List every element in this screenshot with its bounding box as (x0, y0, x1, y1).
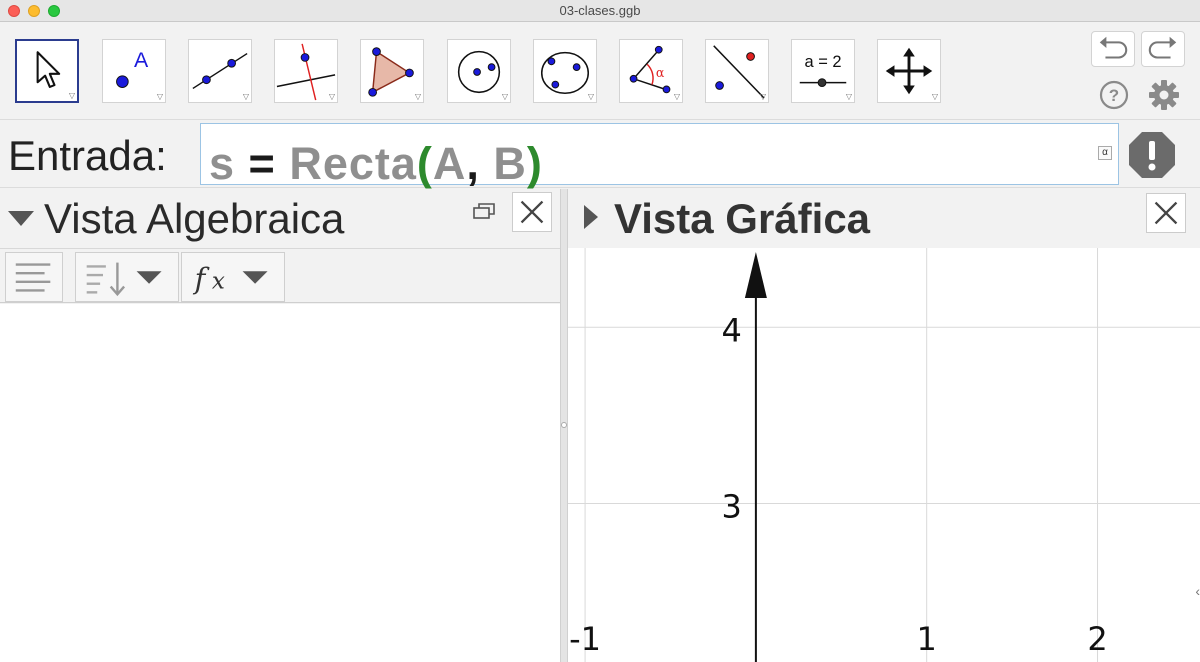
reflect-tool[interactable]: ▽ (705, 39, 769, 103)
graphics-canvas[interactable]: 4 3 -1 1 2 ‹ (568, 248, 1200, 662)
input-function: Recta (289, 138, 417, 189)
undock-icon[interactable] (472, 201, 496, 221)
close-icon (1154, 201, 1178, 225)
input-bar: Entrada: s = Recta(A, B) α (0, 119, 1200, 189)
sort-icon (86, 262, 162, 297)
algebra-view-close-button[interactable] (512, 192, 552, 232)
window-title: 03-clases.ggb (559, 3, 641, 18)
angle-tool[interactable]: α ▽ (619, 39, 683, 103)
redo-icon (1148, 36, 1177, 59)
symbol-keyboard-button[interactable]: α (1098, 146, 1112, 160)
geogebra-window: 03-clases.ggb ▽ A ▽ ▽ ▽ ▽ ▽ ▽ α ▽ ▽ a = … (0, 0, 1200, 662)
graphics-view-close-button[interactable] (1146, 193, 1186, 233)
tool-menu-arrow-icon: ▽ (68, 91, 75, 100)
lines-icon (15, 263, 51, 292)
algebra-view-toolbar: f x (0, 248, 560, 303)
circle-three-points-icon (540, 51, 590, 95)
circle-center-point-tool[interactable]: ▽ (447, 39, 511, 103)
tool-menu-arrow-icon: ▽ (328, 92, 335, 101)
reflect-about-line-icon (713, 45, 765, 99)
y-axis-arrow-icon (744, 252, 767, 298)
input-close-paren: ) (526, 138, 543, 189)
fx-icon: f x (193, 262, 268, 296)
point-tool[interactable]: A ▽ (102, 39, 166, 103)
x-tick-label: 2 (1087, 620, 1107, 658)
undo-button[interactable] (1091, 31, 1135, 67)
algebra-sort-button[interactable] (75, 252, 179, 302)
point-a-icon: A (116, 48, 149, 88)
svg-text:?: ? (1109, 86, 1119, 105)
title-bar: 03-clases.ggb (0, 0, 1200, 22)
perpendicular-line-icon (276, 43, 336, 101)
input-eq: = (235, 138, 290, 189)
tool-menu-arrow-icon: ▽ (242, 92, 249, 101)
graphics-view-title: Vista Gráfica (614, 195, 871, 242)
redo-button[interactable] (1141, 31, 1185, 67)
move-tool[interactable]: ▽ (15, 39, 79, 103)
slider-tool-label: a = 2 (804, 53, 841, 71)
collapse-triangle-icon[interactable] (8, 211, 34, 226)
x-tick-label: -1 (569, 620, 601, 658)
svg-text:x: x (212, 269, 225, 295)
input-label: Entrada: (8, 132, 167, 179)
polygon-tool[interactable]: ▽ (360, 39, 424, 103)
perpendicular-line-tool[interactable]: ▽ (274, 39, 338, 103)
tool-menu-arrow-icon: ▽ (673, 92, 680, 101)
tool-menu-arrow-icon: ▽ (759, 92, 766, 101)
side-panel-chevron-icon[interactable]: ‹ (1195, 583, 1200, 599)
tool-menu-arrow-icon: ▽ (414, 92, 421, 101)
slider-icon: a = 2 (799, 53, 847, 87)
tool-menu-arrow-icon: ▽ (587, 92, 594, 101)
circle-three-points-tool[interactable]: ▽ (533, 39, 597, 103)
polygon-icon (368, 47, 414, 97)
algebra-view-header: Vista Algebraica (0, 189, 560, 247)
undo-icon (1099, 36, 1128, 59)
y-tick-label: 3 (722, 487, 742, 525)
point-tool-label: A (134, 48, 149, 72)
x-tick-label: 1 (917, 620, 937, 658)
algebra-description-button[interactable] (5, 252, 63, 302)
move-cross-icon (885, 47, 933, 95)
tool-menu-arrow-icon: ▽ (501, 92, 508, 101)
graphics-view-header: Vista Gráfica (568, 189, 1200, 247)
input-arg1: A (432, 138, 467, 189)
line-tool[interactable]: ▽ (188, 39, 252, 103)
input-arg2: B (493, 138, 527, 189)
gear-icon[interactable] (1148, 79, 1180, 111)
input-var: s (209, 138, 236, 189)
angle-icon: α (629, 45, 671, 94)
tool-menu-arrow-icon: ▽ (156, 92, 163, 101)
line-through-points-icon (192, 52, 248, 90)
y-tick-label: 4 (722, 311, 742, 349)
input-comma: , (466, 138, 494, 189)
algebra-fx-button[interactable]: f x (181, 252, 285, 302)
coordinate-plane[interactable]: 4 3 -1 1 2 (568, 248, 1200, 662)
move-graphics-view-tool[interactable]: ▽ (877, 39, 941, 103)
splitter-handle[interactable] (561, 422, 567, 428)
algebra-view-body[interactable] (0, 304, 560, 662)
main-toolbar: ▽ A ▽ ▽ ▽ ▽ ▽ ▽ α ▽ ▽ a = 2 ▽ ▽ ? (0, 23, 1200, 119)
angle-symbol: α (656, 65, 665, 80)
help-icon[interactable]: ? (1098, 79, 1130, 111)
tool-menu-arrow-icon: ▽ (931, 92, 938, 101)
expand-triangle-icon[interactable] (584, 205, 598, 229)
tool-menu-arrow-icon: ▽ (845, 92, 852, 101)
svg-text:f: f (193, 262, 210, 296)
algebra-view-title: Vista Algebraica (44, 195, 345, 242)
input-field[interactable]: s = Recta(A, B) α (200, 123, 1119, 189)
slider-tool[interactable]: a = 2 ▽ (791, 39, 855, 103)
input-value: s = Recta(A, B) (209, 138, 543, 190)
input-open-paren: ( (416, 138, 433, 189)
close-icon (520, 200, 544, 224)
circle-center-icon (457, 50, 501, 94)
exclamation-stop-icon[interactable] (1127, 130, 1177, 180)
